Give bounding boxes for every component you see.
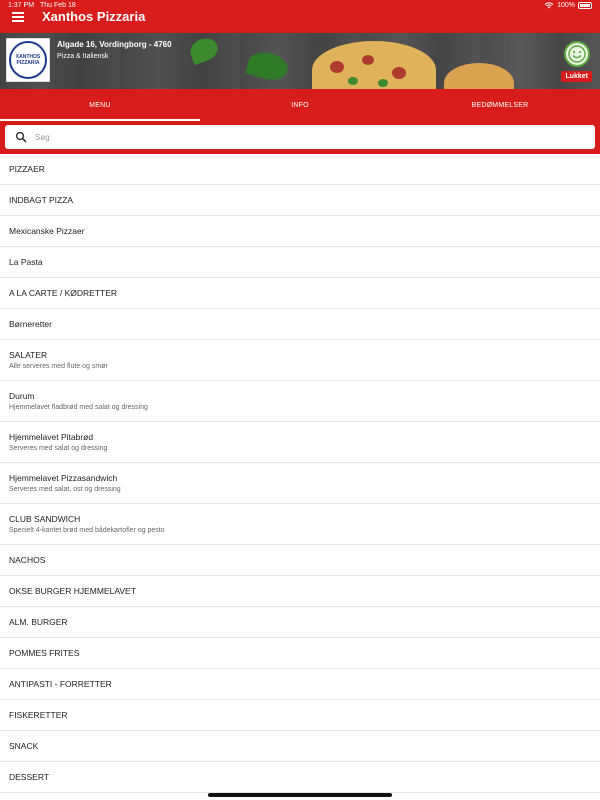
status-time: 1:37 PM	[8, 2, 35, 9]
category-title: A LA CARTE / KØDRETTER	[9, 288, 118, 298]
status-indicators: 100%	[544, 2, 592, 9]
list-item[interactable]: OKSE BURGER HJEMMELAVET	[0, 576, 600, 607]
list-item[interactable]: A LA CARTE / KØDRETTER	[0, 278, 600, 309]
app-title: Xanthos Pizzaria	[42, 9, 146, 24]
smiley-face-icon	[568, 45, 586, 63]
restaurant-banner: XANTHOS PIZZARIA Algade 16, Vordingborg …	[0, 33, 600, 89]
status-date: Thu Feb 18	[40, 2, 76, 9]
battery-percent: 100%	[557, 2, 575, 9]
category-title: CLUB SANDWICH	[9, 514, 81, 524]
hamburger-menu-icon[interactable]	[12, 12, 24, 22]
list-item[interactable]: CLUB SANDWICH Specielt 4-kantet brød med …	[0, 504, 600, 545]
category-title: SALATER	[9, 350, 48, 360]
list-item[interactable]: Hjemmelavet Pizzasandwich Serveres med sa…	[0, 463, 600, 504]
category-title: DESSERT	[9, 772, 49, 782]
menu-category-list: PIZZAER INDBAGT PIZZA Mexicanske Pizzaer La…	[0, 154, 600, 793]
search-box	[5, 125, 595, 149]
app-header: 1:37 PM Thu Feb 18 100% Xanthos Pizzaria	[0, 0, 600, 33]
category-title: POMMES FRITES	[9, 648, 80, 658]
category-subtitle: Specielt 4-kantet brød med bådekartofler…	[9, 527, 165, 534]
list-item[interactable]: SNACK	[0, 731, 600, 762]
list-item[interactable]: FISKERETTER	[0, 700, 600, 731]
list-item[interactable]: Børneretter	[0, 309, 600, 340]
category-title: Børneretter	[9, 319, 52, 329]
list-item[interactable]: NACHOS	[0, 545, 600, 576]
tab-bar: MENU INFO BEDØMMELSER	[0, 89, 600, 121]
status-badge: Lukket	[561, 71, 592, 82]
home-indicator	[208, 793, 392, 797]
category-subtitle: Alle serveres med flute og smør	[9, 363, 108, 370]
list-item[interactable]: Mexicanske Pizzaer	[0, 216, 600, 247]
search-icon	[15, 131, 27, 143]
category-subtitle: Hjemmelavet fladbrød med salat og dressi…	[9, 404, 148, 411]
category-title: ANTIPASTI - FORRETTER	[9, 679, 112, 689]
hygiene-smiley-icon[interactable]	[564, 41, 590, 67]
category-title: ALM. BURGER	[9, 617, 68, 627]
list-item[interactable]: INDBAGT PIZZA	[0, 185, 600, 216]
category-title: Hjemmelavet Pitabrød	[9, 432, 94, 442]
category-title: FISKERETTER	[9, 710, 68, 720]
search-input[interactable]	[5, 125, 595, 149]
list-item[interactable]: La Pasta	[0, 247, 600, 278]
restaurant-logo: XANTHOS PIZZARIA	[6, 38, 50, 82]
category-subtitle: Serveres med salat, ost og dressing	[9, 486, 121, 493]
list-item[interactable]: SALATER Alle serveres med flute og smør	[0, 340, 600, 381]
tab-menu[interactable]: MENU	[0, 89, 200, 121]
tab-info[interactable]: INFO	[200, 89, 400, 121]
category-title: La Pasta	[9, 257, 43, 267]
list-item[interactable]: DESSERT	[0, 762, 600, 793]
list-item[interactable]: Durum Hjemmelavet fladbrød med salat og d…	[0, 381, 600, 422]
category-title: Durum	[9, 391, 35, 401]
category-title: Hjemmelavet Pizzasandwich	[9, 473, 118, 483]
list-item[interactable]: ANTIPASTI - FORRETTER	[0, 669, 600, 700]
search-bar	[0, 121, 600, 154]
list-item[interactable]: Hjemmelavet Pitabrød Serveres med salat o…	[0, 422, 600, 463]
category-subtitle: Serveres med salat og dressing	[9, 445, 108, 452]
wifi-icon	[544, 2, 554, 9]
category-title: INDBAGT PIZZA	[9, 195, 74, 205]
logo-emblem: XANTHOS PIZZARIA	[9, 41, 47, 79]
restaurant-address: Algade 16, Vordingborg - 4760	[57, 40, 172, 49]
category-title: PIZZAER	[9, 164, 45, 174]
battery-icon	[578, 2, 592, 9]
category-title: OKSE BURGER HJEMMELAVET	[9, 586, 136, 596]
restaurant-cuisine: Pizza & Italiensk	[57, 53, 109, 60]
category-title: NACHOS	[9, 555, 46, 565]
list-item[interactable]: POMMES FRITES	[0, 638, 600, 669]
tab-reviews[interactable]: BEDØMMELSER	[400, 89, 600, 121]
category-title: SNACK	[9, 741, 39, 751]
category-title: Mexicanske Pizzaer	[9, 226, 85, 236]
list-item[interactable]: PIZZAER	[0, 154, 600, 185]
list-item[interactable]: ALM. BURGER	[0, 607, 600, 638]
